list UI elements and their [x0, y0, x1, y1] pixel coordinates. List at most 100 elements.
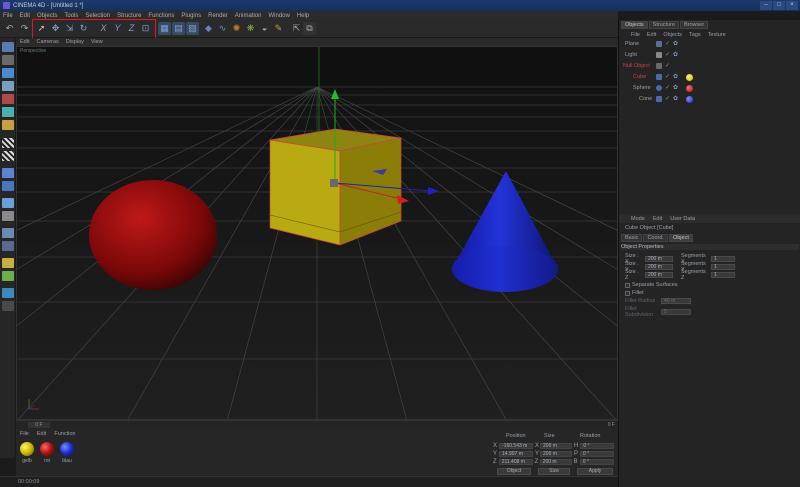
- edges-mode-icon[interactable]: [2, 107, 14, 117]
- tweak-icon[interactable]: [2, 168, 14, 178]
- brush-icon[interactable]: [2, 241, 14, 251]
- size-z-field[interactable]: 200 m: [539, 459, 572, 465]
- rotation-b-field[interactable]: 0 °: [579, 459, 614, 465]
- undo-icon[interactable]: ↶: [3, 22, 16, 35]
- redo-icon[interactable]: ↷: [18, 22, 31, 35]
- size-mode-dropdown[interactable]: Size: [538, 468, 570, 475]
- attr-tab-object[interactable]: Object: [668, 234, 693, 242]
- material-tag-icon[interactable]: [686, 96, 693, 103]
- menu-plugins[interactable]: Plugins: [181, 13, 201, 19]
- viewport-menu-display[interactable]: Display: [66, 39, 84, 45]
- checker-icon-2[interactable]: [2, 151, 14, 161]
- material-menu-function[interactable]: Function: [54, 431, 75, 437]
- object-mode-icon[interactable]: [2, 55, 14, 65]
- position-x-field[interactable]: -160.543 m: [499, 443, 534, 449]
- menu-tools[interactable]: Tools: [64, 13, 78, 19]
- material-blau[interactable]: blau: [58, 442, 76, 464]
- sphere-object[interactable]: [89, 180, 217, 290]
- polygons-mode-icon[interactable]: [2, 120, 14, 130]
- bridge-icon[interactable]: [2, 288, 14, 298]
- om-menu-edit[interactable]: Edit: [647, 32, 656, 38]
- tool-icon[interactable]: ⇱: [290, 22, 303, 35]
- tab-objects[interactable]: Objects: [621, 21, 648, 29]
- visibility-check-icon[interactable]: ✓: [665, 51, 670, 60]
- nurbs-icon[interactable]: ✺: [230, 22, 243, 35]
- extrude-icon[interactable]: [2, 301, 14, 311]
- separate-surfaces-checkbox[interactable]: [625, 282, 630, 288]
- object-mode-dropdown[interactable]: Object: [497, 468, 531, 475]
- light-icon[interactable]: ✎: [272, 22, 285, 35]
- paint-icon[interactable]: [2, 258, 14, 268]
- am-menu-edit[interactable]: Edit: [653, 216, 662, 222]
- deformer-icon[interactable]: ❋: [244, 22, 257, 35]
- tag-icon[interactable]: ✿: [673, 95, 678, 104]
- tag-icon[interactable]: ✿: [673, 51, 678, 60]
- material-gelb[interactable]: gelb: [18, 442, 36, 464]
- menu-objects[interactable]: Objects: [37, 13, 57, 19]
- tab-structure[interactable]: Structure: [648, 21, 679, 29]
- animation-icon[interactable]: [2, 181, 14, 191]
- om-menu-texture[interactable]: Texture: [708, 32, 726, 38]
- am-menu-mode[interactable]: Mode: [631, 216, 645, 222]
- viewport-menu-edit[interactable]: Edit: [20, 39, 29, 45]
- object-row-null-object[interactable]: Null Object ✓: [619, 62, 800, 71]
- visibility-check-icon[interactable]: ✓: [665, 62, 670, 71]
- checker-icon[interactable]: [2, 138, 14, 148]
- menu-render[interactable]: Render: [208, 13, 228, 19]
- fillet-subdivision-input[interactable]: 5: [661, 309, 691, 315]
- tab-browser[interactable]: Browser: [679, 21, 709, 29]
- om-menu-objects[interactable]: Objects: [663, 32, 682, 38]
- viewport-menu-view[interactable]: View: [91, 39, 103, 45]
- size-z-input[interactable]: 200 m: [645, 272, 673, 278]
- current-frame-field[interactable]: 0 F: [28, 422, 50, 428]
- visibility-check-icon[interactable]: ✓: [665, 84, 670, 93]
- menu-animation[interactable]: Animation: [235, 13, 262, 19]
- object-row-sphere[interactable]: Sphere ✓ ✿: [619, 84, 800, 93]
- menu-functions[interactable]: Functions: [148, 13, 174, 19]
- rotation-p-field[interactable]: 0 °: [580, 451, 615, 457]
- tag-icon[interactable]: ✿: [673, 84, 678, 93]
- tag-icon[interactable]: ✿: [673, 40, 678, 49]
- material-tag-icon[interactable]: [686, 74, 693, 81]
- axis-mode-icon[interactable]: [2, 81, 14, 91]
- menu-file[interactable]: File: [3, 13, 13, 19]
- fillet-radius-input[interactable]: 40 m: [661, 298, 691, 304]
- render-settings-icon[interactable]: ▧: [186, 22, 199, 35]
- maximize-button[interactable]: □: [773, 1, 785, 10]
- menu-selection[interactable]: Selection: [85, 13, 110, 19]
- points-mode-icon[interactable]: [2, 94, 14, 104]
- segments-z-input[interactable]: 1: [711, 272, 735, 278]
- apply-button[interactable]: Apply: [577, 468, 613, 475]
- am-menu-user-data[interactable]: User Data: [670, 216, 695, 222]
- object-row-light[interactable]: Light ✓ ✿: [619, 51, 800, 60]
- object-row-cube[interactable]: Cube ✓ ✿: [619, 73, 800, 82]
- rotation-h-field[interactable]: 0 °: [580, 443, 615, 449]
- menu-window[interactable]: Window: [268, 13, 289, 19]
- model-mode-icon[interactable]: [2, 42, 14, 52]
- cube-primitive-icon[interactable]: ◆: [202, 22, 215, 35]
- render-view-icon[interactable]: ▦: [158, 22, 171, 35]
- attr-tab-coord[interactable]: Coord.: [643, 234, 668, 242]
- scene-icon[interactable]: ◒: [258, 22, 271, 35]
- texture-axis-icon[interactable]: [2, 211, 14, 221]
- menu-edit[interactable]: Edit: [20, 13, 30, 19]
- timeline-bar[interactable]: 0 F 0 F: [16, 420, 618, 429]
- workplane-icon[interactable]: [2, 198, 14, 208]
- visibility-check-icon[interactable]: ✓: [665, 73, 670, 82]
- attr-tab-basic[interactable]: Basic: [621, 234, 643, 242]
- viewport-menu-cameras[interactable]: Cameras: [36, 39, 58, 45]
- object-row-cone[interactable]: Cone ✓ ✿: [619, 95, 800, 104]
- om-menu-file[interactable]: File: [631, 32, 640, 38]
- 3d-viewport[interactable]: Perspective: [16, 46, 618, 420]
- menu-help[interactable]: Help: [297, 13, 309, 19]
- size-y-field[interactable]: 200 m: [540, 451, 573, 457]
- om-menu-tags[interactable]: Tags: [689, 32, 701, 38]
- snap-icon[interactable]: ⧉: [303, 22, 316, 35]
- texture-mode-icon[interactable]: [2, 68, 14, 78]
- knife-icon[interactable]: [2, 271, 14, 281]
- material-menu-file[interactable]: File: [20, 431, 29, 437]
- magnet-icon[interactable]: [2, 228, 14, 238]
- size-x-field[interactable]: 200 m: [540, 443, 573, 449]
- menu-structure[interactable]: Structure: [117, 13, 141, 19]
- close-button[interactable]: ×: [786, 1, 798, 10]
